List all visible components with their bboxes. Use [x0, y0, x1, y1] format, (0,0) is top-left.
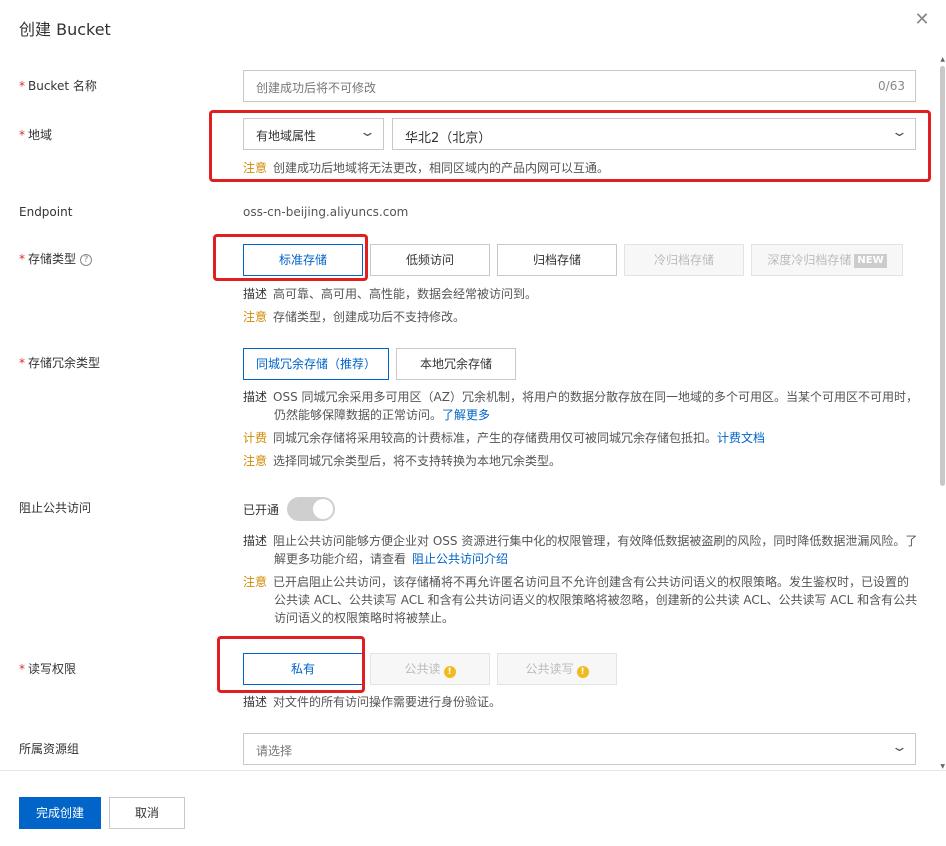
block-public-desc-line1: 阻止公共访问能够方便企业对 OSS 资源进行集中化的权限管理，有效降低数据被盗刷… — [273, 534, 918, 548]
storage-deep-cold-button[interactable]: 深度冷归档存储 NEW — [751, 244, 903, 276]
desc-tag: 描述 — [243, 390, 268, 404]
chevron-down-icon: ⌄ — [890, 125, 909, 140]
bucket-name-input[interactable]: 创建成功后将不可修改 0/63 — [243, 70, 916, 102]
close-icon[interactable]: ✕ — [912, 10, 932, 30]
desc-tag: 描述 — [243, 534, 268, 548]
desc-tag: 描述 — [243, 695, 268, 709]
block-public-note-line1: 已开启阻止公共访问，该存储桶将不再允许匿名访问且不允许创建含有公共访问语义的权限… — [273, 575, 910, 589]
scroll-up-icon[interactable]: ▲ — [940, 56, 945, 63]
resource-group-label: 所属资源组 — [19, 742, 80, 756]
acl-desc: 描述 对文件的所有访问操作需要进行身份验证。 — [243, 693, 501, 711]
storage-archive-button[interactable]: 归档存储 — [497, 244, 617, 276]
redundancy-note-text: 选择同城冗余类型后，将不支持转换为本地冗余类型。 — [273, 454, 562, 468]
chevron-down-icon: ⌄ — [358, 125, 377, 140]
toggle-knob — [313, 499, 333, 519]
region-label: * 地域 — [19, 126, 52, 143]
storage-standard-button[interactable]: 标准存储 — [243, 244, 363, 276]
dialog-title: 创建 Bucket — [19, 20, 111, 39]
block-public-desc-line2: 解更多功能介绍，请查看 — [274, 552, 407, 566]
note-tag: 注意 — [243, 575, 268, 589]
redundancy-desc: 描述 OSS 同城冗余采用多可用区（AZ）冗余机制，将用户的数据分散存放在同一地域… — [243, 388, 923, 470]
block-public-toggle[interactable] — [287, 497, 335, 521]
acl-label: * 读写权限 — [19, 660, 76, 677]
acl-desc-text: 对文件的所有访问操作需要进行身份验证。 — [273, 695, 502, 709]
storage-desc: 描述 高可靠、高可用、高性能，数据会经常被访问到。 注意 存储类型，创建成功后不支持… — [243, 285, 537, 326]
endpoint-value: oss-cn-beijing.aliyuncs.com — [243, 205, 409, 219]
region-note: 注意 创建成功后地域将无法更改，相同区域内的产品内网可以互通。 — [243, 159, 609, 177]
dialog-footer: 完成创建 取消 — [0, 770, 946, 846]
required-mark: * — [19, 356, 25, 370]
storage-deep-cold-label: 深度冷归档存储 — [767, 253, 852, 267]
region-select[interactable]: 华北2（北京） ⌄ — [392, 118, 916, 150]
block-public-status: 已开通 — [243, 503, 280, 517]
storage-class-label-text: 存储类型 — [28, 252, 77, 266]
vertical-scrollbar[interactable]: ▲ ▼ — [938, 56, 946, 770]
acl-public-read-label: 公共读 — [404, 662, 441, 676]
endpoint-label: Endpoint — [19, 205, 73, 219]
block-public-note-line2: 公共读 ACL、公共读写 ACL 和含有公共访问语义的权限策略将被忽略，创建新的… — [274, 593, 918, 607]
storage-class-label: * 存储类型? — [19, 250, 93, 267]
dialog-body[interactable]: * Bucket 名称 创建成功后将不可修改 0/63 * 地域 有地域属性 ⌄ 华… — [0, 56, 946, 770]
region-attr-value: 有地域属性 — [256, 129, 317, 143]
acl-private-button[interactable]: 私有 — [243, 653, 363, 685]
scrollbar-thumb[interactable] — [940, 66, 945, 486]
warning-icon: ! — [443, 666, 456, 678]
acl-label-text: 读写权限 — [28, 662, 77, 676]
resource-group-placeholder: 请选择 — [256, 744, 293, 758]
warning-icon: ! — [576, 666, 589, 678]
block-public-desc: 描述 阻止公共访问能够方便企业对 OSS 资源进行集中化的权限管理，有效降低数据被… — [243, 532, 923, 627]
redundancy-label: * 存储冗余类型 — [19, 354, 100, 371]
billing-tag: 计费 — [243, 431, 268, 445]
dialog-header: 创建 Bucket ✕ — [0, 0, 946, 56]
acl-public-rw-label: 公共读写 — [525, 662, 574, 676]
resource-group-select[interactable]: 请选择 ⌄ — [243, 733, 916, 765]
lrs-button[interactable]: 本地冗余存储 — [396, 348, 516, 380]
region-attr-select[interactable]: 有地域属性 ⌄ — [243, 118, 384, 150]
help-icon[interactable]: ? — [80, 254, 93, 266]
note-tag: 注意 — [243, 161, 268, 175]
billing-text: 同城冗余存储将采用较高的计费标准，产生的存储费用仅可被同城冗余存储包抵扣。 — [273, 431, 718, 445]
storage-desc-text: 高可靠、高可用、高性能，数据会经常被访问到。 — [273, 287, 538, 301]
cancel-button[interactable]: 取消 — [109, 797, 185, 829]
region-note-text: 创建成功后地域将无法更改，相同区域内的产品内网可以互通。 — [273, 161, 610, 175]
required-mark: * — [19, 662, 25, 676]
bucket-name-label: * Bucket 名称 — [19, 77, 97, 94]
new-badge: NEW — [854, 254, 887, 268]
bucket-name-placeholder: 创建成功后将不可修改 — [256, 81, 377, 95]
char-counter: 0/63 — [878, 79, 905, 93]
acl-public-read-button[interactable]: 公共读! — [370, 653, 490, 685]
bucket-name-label-text: Bucket 名称 — [28, 79, 97, 93]
required-mark: * — [19, 79, 25, 93]
block-public-note-line3: 访问语义的权限策略时将被禁止。 — [274, 611, 455, 625]
redundancy-label-text: 存储冗余类型 — [28, 356, 101, 370]
note-tag: 注意 — [243, 454, 268, 468]
billing-doc-link[interactable]: 计费文档 — [717, 431, 765, 445]
submit-button[interactable]: 完成创建 — [19, 797, 101, 829]
zrs-button[interactable]: 同城冗余存储（推荐） — [243, 348, 389, 380]
required-mark: * — [19, 252, 25, 266]
acl-public-rw-button[interactable]: 公共读写! — [497, 653, 617, 685]
note-tag: 注意 — [243, 310, 268, 324]
redundancy-desc-line2: 仍然能够保障数据的正常访问。 — [274, 408, 443, 422]
chevron-down-icon: ⌄ — [890, 740, 909, 755]
desc-tag: 描述 — [243, 287, 268, 301]
required-mark: * — [19, 128, 25, 142]
block-public-intro-link[interactable]: 阻止公共访问介绍 — [412, 552, 508, 566]
scroll-down-icon[interactable]: ▼ — [940, 763, 945, 770]
block-public-label: 阻止公共访问 — [19, 501, 92, 515]
storage-ia-button[interactable]: 低频访问 — [370, 244, 490, 276]
region-label-text: 地域 — [28, 128, 53, 142]
redundancy-desc-line1: OSS 同城冗余采用多可用区（AZ）冗余机制，将用户的数据分散存放在同一地域的多… — [273, 390, 918, 404]
learn-more-link[interactable]: 了解更多 — [442, 408, 490, 422]
region-value: 华北2（北京） — [405, 131, 492, 146]
storage-cold-archive-button[interactable]: 冷归档存储 — [624, 244, 744, 276]
storage-note-text: 存储类型，创建成功后不支持修改。 — [273, 310, 466, 324]
